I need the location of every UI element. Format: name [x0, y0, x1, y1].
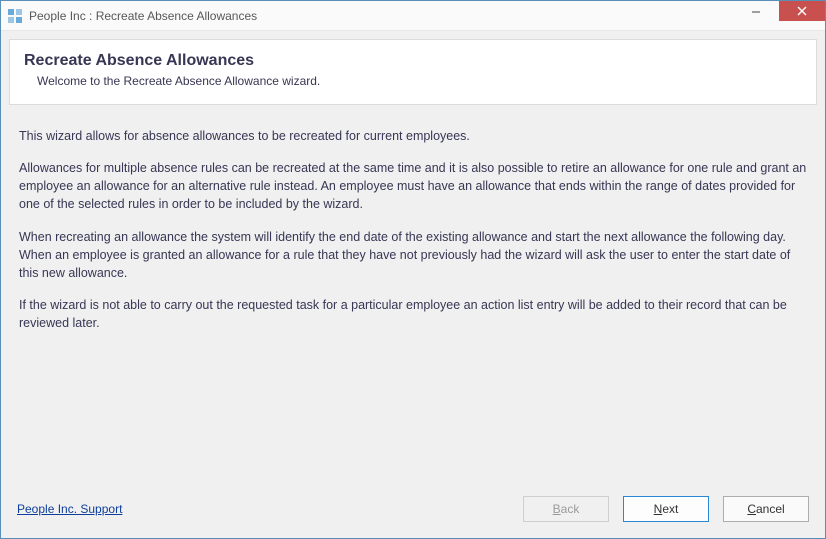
content-area: Recreate Absence Allowances Welcome to t… [1, 31, 825, 538]
body-paragraph: Allowances for multiple absence rules ca… [19, 159, 807, 213]
page-subtitle: Welcome to the Recreate Absence Allowanc… [24, 74, 802, 88]
next-button[interactable]: Next [623, 496, 709, 522]
window-controls [733, 1, 825, 23]
body-paragraph: When recreating an allowance the system … [19, 228, 807, 282]
support-link[interactable]: People Inc. Support [17, 502, 122, 516]
app-icon [7, 8, 23, 24]
body-paragraph: This wizard allows for absence allowance… [19, 127, 807, 145]
window-title: People Inc : Recreate Absence Allowances [29, 9, 257, 23]
body-paragraph: If the wizard is not able to carry out t… [19, 296, 807, 332]
minimize-icon [751, 7, 761, 17]
back-button: Back [523, 496, 609, 522]
titlebar: People Inc : Recreate Absence Allowances [1, 1, 825, 31]
wizard-body: This wizard allows for absence allowance… [9, 105, 817, 492]
close-button[interactable] [779, 1, 825, 21]
close-icon [797, 6, 807, 16]
minimize-button[interactable] [733, 1, 779, 23]
wizard-header: Recreate Absence Allowances Welcome to t… [9, 39, 817, 105]
cancel-button[interactable]: Cancel [723, 496, 809, 522]
page-title: Recreate Absence Allowances [24, 52, 802, 70]
wizard-footer: People Inc. Support Back Next Cancel [9, 492, 817, 530]
